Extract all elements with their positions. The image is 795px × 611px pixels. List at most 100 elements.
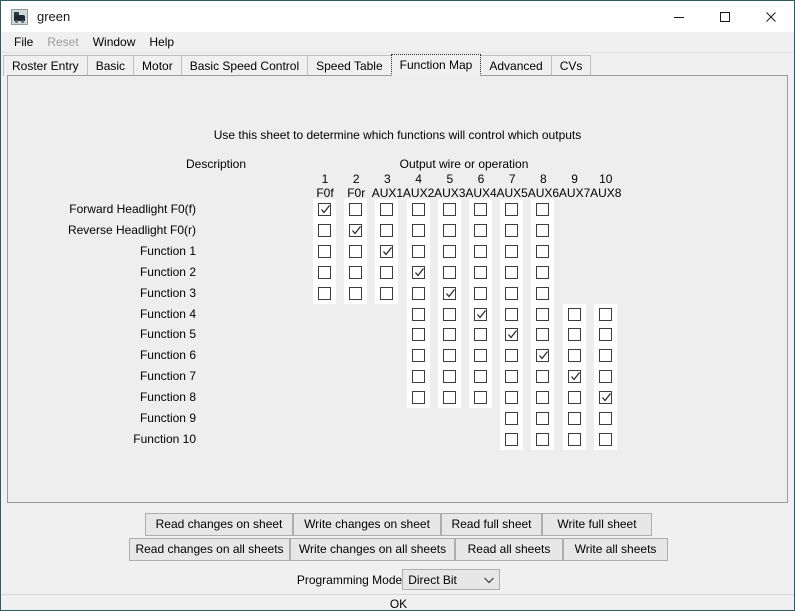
checkbox-r4-f0r[interactable]	[349, 265, 363, 279]
checkbox-r9-aux6[interactable]	[536, 370, 550, 384]
checkbox-r2-aux5[interactable]	[505, 223, 519, 237]
checkbox-r2-aux3[interactable]	[442, 223, 456, 237]
checkbox-r6-aux3[interactable]	[442, 307, 456, 321]
checkbox-r4-aux1[interactable]	[380, 265, 394, 279]
checkbox-r4-f0f[interactable]	[318, 265, 331, 279]
checkbox-r9-aux2[interactable]	[411, 370, 425, 384]
checkbox-r8-aux6[interactable]	[536, 349, 550, 363]
checkbox-r8-aux5[interactable]	[505, 349, 519, 363]
checkbox-r5-aux1[interactable]	[380, 286, 394, 300]
checkbox-r9-aux5[interactable]	[505, 370, 519, 384]
checkbox-r11-aux6[interactable]	[536, 412, 550, 425]
checkbox-r6-aux7[interactable]	[567, 307, 581, 321]
checkbox-r1-aux6[interactable]	[536, 203, 550, 216]
checkbox-r3-aux5[interactable]	[505, 244, 519, 258]
checkbox-r2-aux1[interactable]	[380, 223, 394, 237]
checkbox-r8-aux8[interactable]	[598, 349, 612, 363]
tab-advanced[interactable]: Advanced	[480, 55, 552, 76]
write-all-sheets-button[interactable]: Write all sheets	[563, 538, 668, 561]
read-changes-on-sheet-button[interactable]: Read changes on sheet	[145, 513, 293, 536]
checkbox-r11-aux7[interactable]	[567, 412, 581, 425]
checkbox-r1-f0f[interactable]	[318, 203, 331, 216]
checkbox-r12-aux5[interactable]	[505, 432, 519, 446]
checkbox-r11-aux8[interactable]	[598, 412, 612, 425]
checkbox-r10-aux4[interactable]	[474, 391, 487, 405]
write-changes-on-all-sheets-button[interactable]: Write changes on all sheets	[290, 538, 455, 561]
checkbox-r5-f0r[interactable]	[349, 286, 363, 300]
checkbox-r8-aux7[interactable]	[567, 349, 581, 363]
checkbox-r5-aux6[interactable]	[536, 286, 550, 300]
checkbox-r12-aux7[interactable]	[567, 432, 581, 446]
menu-item-window[interactable]: Window	[86, 33, 143, 51]
checkbox-r9-aux4[interactable]	[474, 370, 487, 384]
checkbox-r3-aux1[interactable]	[380, 244, 394, 258]
tab-basic[interactable]: Basic	[86, 55, 135, 76]
checkbox-r9-aux3[interactable]	[442, 370, 456, 384]
tab-motor[interactable]: Motor	[133, 55, 182, 76]
checkbox-r7-aux3[interactable]	[442, 328, 456, 342]
checkbox-r6-aux8[interactable]	[598, 307, 612, 321]
tab-function-map[interactable]: Function Map	[390, 54, 482, 76]
checkbox-r3-aux3[interactable]	[442, 244, 456, 258]
checkbox-r2-aux6[interactable]	[536, 223, 550, 237]
checkbox-r5-aux4[interactable]	[474, 286, 487, 300]
minimize-icon[interactable]	[656, 1, 702, 32]
menu-item-file[interactable]: File	[7, 33, 40, 51]
checkbox-r10-aux8[interactable]	[598, 391, 612, 405]
checkbox-r5-aux2[interactable]	[411, 286, 425, 300]
checkbox-r8-aux3[interactable]	[442, 349, 456, 363]
read-changes-on-all-sheets-button[interactable]: Read changes on all sheets	[129, 538, 290, 561]
menu-item-help[interactable]: Help	[142, 33, 181, 51]
checkbox-r1-f0r[interactable]	[349, 203, 363, 216]
checkbox-r4-aux2[interactable]	[411, 265, 425, 279]
checkbox-r2-aux2[interactable]	[411, 223, 425, 237]
maximize-icon[interactable]	[702, 1, 748, 32]
checkbox-r10-aux6[interactable]	[536, 391, 550, 405]
checkbox-r7-aux5[interactable]	[505, 328, 519, 342]
checkbox-r2-f0f[interactable]	[318, 223, 331, 237]
checkbox-r12-aux6[interactable]	[536, 432, 550, 446]
checkbox-r9-aux7[interactable]	[567, 370, 581, 384]
checkbox-r3-aux4[interactable]	[474, 244, 487, 258]
checkbox-r2-f0r[interactable]	[349, 223, 363, 237]
checkbox-r7-aux2[interactable]	[411, 328, 425, 342]
checkbox-r1-aux2[interactable]	[411, 203, 425, 216]
tab-basic-speed-control[interactable]: Basic Speed Control	[180, 55, 309, 76]
checkbox-r8-aux2[interactable]	[411, 349, 425, 363]
checkbox-r4-aux3[interactable]	[442, 265, 456, 279]
checkbox-r1-aux4[interactable]	[474, 203, 487, 216]
checkbox-r11-aux5[interactable]	[505, 412, 519, 425]
checkbox-r3-aux6[interactable]	[536, 244, 550, 258]
checkbox-r1-aux1[interactable]	[380, 203, 394, 216]
checkbox-r1-aux5[interactable]	[505, 203, 519, 216]
write-full-sheet-button[interactable]: Write full sheet	[542, 513, 652, 536]
write-changes-on-sheet-button[interactable]: Write changes on sheet	[293, 513, 441, 536]
checkbox-r9-aux8[interactable]	[598, 370, 612, 384]
checkbox-r2-aux4[interactable]	[474, 223, 487, 237]
checkbox-r6-aux6[interactable]	[536, 307, 550, 321]
checkbox-r5-f0f[interactable]	[318, 286, 331, 300]
tab-roster-entry[interactable]: Roster Entry	[3, 55, 88, 76]
checkbox-r3-f0r[interactable]	[349, 244, 363, 258]
tab-speed-table[interactable]: Speed Table	[307, 55, 392, 76]
checkbox-r6-aux5[interactable]	[505, 307, 519, 321]
checkbox-r8-aux4[interactable]	[474, 349, 487, 363]
checkbox-r5-aux5[interactable]	[505, 286, 519, 300]
checkbox-r10-aux7[interactable]	[567, 391, 581, 405]
checkbox-r6-aux2[interactable]	[411, 307, 425, 321]
close-icon[interactable]	[748, 1, 794, 32]
checkbox-r7-aux6[interactable]	[536, 328, 550, 342]
read-all-sheets-button[interactable]: Read all sheets	[455, 538, 563, 561]
checkbox-r12-aux8[interactable]	[598, 432, 612, 446]
checkbox-r10-aux2[interactable]	[411, 391, 425, 405]
checkbox-r7-aux7[interactable]	[567, 328, 581, 342]
programming-mode-select[interactable]: Direct Bit	[402, 569, 501, 590]
checkbox-r3-f0f[interactable]	[318, 244, 331, 258]
read-full-sheet-button[interactable]: Read full sheet	[441, 513, 542, 536]
checkbox-r7-aux4[interactable]	[474, 328, 487, 342]
checkbox-r4-aux4[interactable]	[474, 265, 487, 279]
checkbox-r4-aux5[interactable]	[505, 265, 519, 279]
checkbox-r1-aux3[interactable]	[442, 203, 456, 216]
checkbox-r3-aux2[interactable]	[411, 244, 425, 258]
checkbox-r6-aux4[interactable]	[474, 307, 487, 321]
